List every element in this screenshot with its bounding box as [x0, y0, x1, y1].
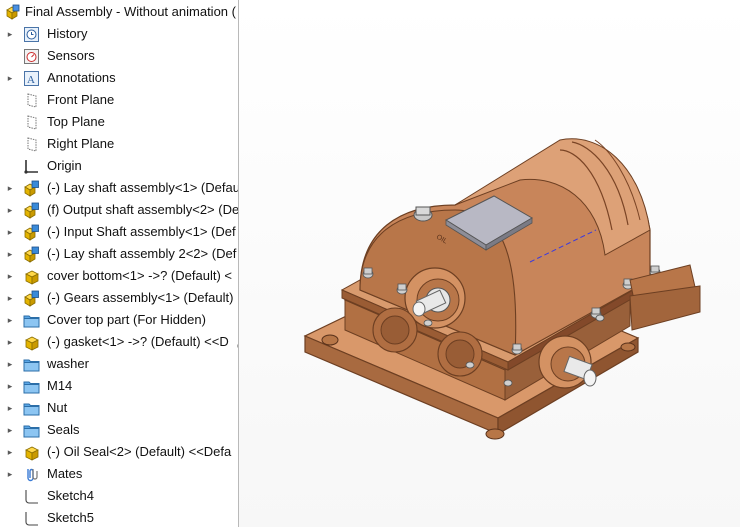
assembly-icon — [4, 4, 21, 21]
tree-item[interactable]: ▸ (-) Lay shaft assembly 2<2> (Def — [0, 243, 238, 265]
folder-icon — [23, 400, 40, 417]
tree-item-label: Sensors — [47, 48, 95, 63]
tree-item-label: (f) Output shaft assembly<2> (De — [47, 202, 239, 217]
tree-item-label: Right Plane — [47, 136, 115, 151]
tree-item[interactable]: ▸ Seals — [0, 419, 238, 441]
tree-item[interactable]: Origin — [0, 155, 238, 177]
plane-icon — [23, 92, 40, 109]
tree-item[interactable]: ▸ (f) Output shaft assembly<2> (De — [0, 199, 238, 221]
tree-item[interactable]: ▸ (-) Lay shaft assembly<1> (Defau — [0, 177, 238, 199]
tree-item-label: washer — [47, 356, 89, 371]
tree-root-label: Final Assembly - Without animation ( — [25, 4, 236, 19]
expand-arrow-icon[interactable]: ▸ — [6, 265, 14, 287]
tree-item[interactable]: Sketch4 — [0, 485, 238, 507]
part-icon — [23, 334, 40, 351]
tree-item[interactable]: Right Plane — [0, 133, 238, 155]
tree-item[interactable]: ▸ A Annotations — [0, 67, 238, 89]
subassembly-icon — [23, 180, 40, 197]
tree-item-label: Nut — [47, 400, 68, 415]
tree-item-label: (-) Lay shaft assembly<1> (Defau — [47, 180, 239, 195]
expand-arrow-icon[interactable]: ▸ — [6, 441, 14, 463]
tree-item[interactable]: Sensors — [0, 45, 238, 67]
folder-icon — [23, 422, 40, 439]
tree-item[interactable]: Top Plane — [0, 111, 238, 133]
expand-arrow-icon[interactable]: ▸ — [6, 287, 14, 309]
tree-item-label: (-) Input Shaft assembly<1> (Def — [47, 224, 236, 239]
tree-item[interactable]: ▸ (-) Oil Seal<2> (Default) <<Defa — [0, 441, 238, 463]
tree-item-label: Top Plane — [47, 114, 105, 129]
tree-root[interactable]: Final Assembly - Without animation ( — [0, 1, 238, 23]
tree-item-label: (-) Oil Seal<2> (Default) <<Defa — [47, 444, 232, 459]
sensors-icon — [23, 48, 40, 65]
expand-arrow-icon[interactable]: ▸ — [6, 353, 14, 375]
annotations-icon: A — [23, 70, 40, 87]
subassembly-icon — [23, 224, 40, 241]
expand-arrow-icon[interactable]: ▸ — [6, 375, 14, 397]
tree-item-label: History — [47, 26, 88, 41]
tree-item-label: Sketch4 — [47, 488, 94, 503]
expand-arrow-icon[interactable]: ▸ — [6, 67, 14, 89]
tree-item-label: Seals — [47, 422, 80, 437]
gearbox-model[interactable]: OIL — [239, 0, 740, 527]
sketch-icon — [23, 488, 40, 505]
expand-arrow-icon[interactable]: ▸ — [6, 243, 14, 265]
tree-item[interactable]: ▸ (-) Input Shaft assembly<1> (Def — [0, 221, 238, 243]
expand-arrow-icon[interactable]: ▸ — [6, 177, 14, 199]
part-icon — [23, 268, 40, 285]
tree-item[interactable]: ▸ cover bottom<1> ->? (Default) < — [0, 265, 238, 287]
tree-item[interactable]: ▸ M14 — [0, 375, 238, 397]
tree-item-label: Mates — [47, 466, 83, 481]
subassembly-icon — [23, 290, 40, 307]
expand-arrow-icon[interactable]: ▸ — [6, 419, 14, 441]
tree-item[interactable]: ▸ (-) Gears assembly<1> (Default) — [0, 287, 238, 309]
expand-arrow-icon[interactable]: ▸ — [6, 221, 14, 243]
folder-icon — [23, 378, 40, 395]
feature-manager-tree[interactable]: Final Assembly - Without animation ( ▸ Hi… — [0, 0, 239, 527]
tree-item-label: (-) Lay shaft assembly 2<2> (Def — [47, 246, 237, 261]
expand-arrow-icon[interactable]: ▸ — [6, 23, 14, 45]
subassembly-icon — [23, 246, 40, 263]
tree-item-label: cover bottom<1> ->? (Default) < — [47, 268, 232, 283]
svg-text:A: A — [27, 74, 35, 86]
plane-icon — [23, 136, 40, 153]
graphics-area[interactable]: OIL — [239, 0, 740, 527]
tree-item[interactable]: Sketch5 — [0, 507, 238, 527]
mates-icon — [23, 466, 40, 483]
tree-item[interactable]: ▸ washer — [0, 353, 238, 375]
plane-icon — [23, 114, 40, 131]
tree-item-label: Annotations — [47, 70, 116, 85]
origin-icon — [23, 158, 40, 175]
sketch-icon — [23, 510, 40, 527]
expand-arrow-icon[interactable]: ▸ — [6, 463, 14, 485]
folder-icon — [23, 312, 40, 329]
part-icon — [23, 444, 40, 461]
expand-arrow-icon[interactable]: ▸ — [6, 309, 14, 331]
tree-item[interactable]: ▸ History — [0, 23, 238, 45]
subassembly-icon — [23, 202, 40, 219]
tree-item[interactable]: ▸ (-) gasket<1> ->? (Default) <<D — [0, 331, 238, 353]
tree-item-label: Origin — [47, 158, 82, 173]
tree-item-label: Sketch5 — [47, 510, 94, 525]
tree-item-label: Cover top part (For Hidden) — [47, 312, 206, 327]
tree-item[interactable]: Front Plane — [0, 89, 238, 111]
tree-item[interactable]: ▸ Cover top part (For Hidden) — [0, 309, 238, 331]
folder-icon — [23, 356, 40, 373]
tree-item-label: Front Plane — [47, 92, 115, 107]
history-icon — [23, 26, 40, 43]
tree-item-label: (-) gasket<1> ->? (Default) <<D — [47, 334, 229, 349]
tree-item-label: M14 — [47, 378, 73, 393]
tree-item-label: (-) Gears assembly<1> (Default) — [47, 290, 234, 305]
tree-item[interactable]: ▸ Mates — [0, 463, 238, 485]
tree-item[interactable]: ▸ Nut — [0, 397, 238, 419]
expand-arrow-icon[interactable]: ▸ — [6, 397, 14, 419]
expand-arrow-icon[interactable]: ▸ — [6, 331, 14, 353]
expand-arrow-icon[interactable]: ▸ — [6, 199, 14, 221]
